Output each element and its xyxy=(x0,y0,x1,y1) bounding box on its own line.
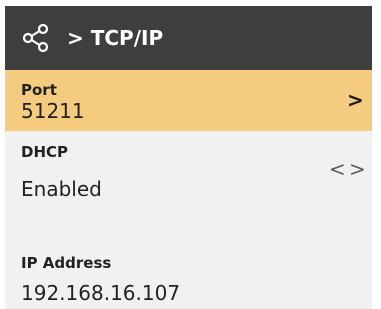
port-value: 51211 xyxy=(21,99,85,123)
chevron-left-icon[interactable]: < xyxy=(329,157,346,181)
share-icon xyxy=(22,23,49,53)
chevron-right-icon[interactable]: > xyxy=(347,88,364,112)
port-label: Port xyxy=(21,81,57,99)
setting-row-ip-address[interactable]: IP Address 192.168.16.107 xyxy=(5,211,372,309)
ip-address-value: 192.168.16.107 xyxy=(21,281,181,305)
setting-row-dhcp[interactable]: DHCP Enabled < > xyxy=(5,131,372,211)
dhcp-label: DHCP xyxy=(21,143,69,161)
dhcp-value: Enabled xyxy=(21,177,102,201)
chevron-right-icon[interactable]: > xyxy=(349,157,366,181)
breadcrumb-title: > TCP/IP xyxy=(67,26,164,50)
settings-panel: > TCP/IP Port 51211 > DHCP Enabled < > I… xyxy=(5,6,372,309)
header-bar: > TCP/IP xyxy=(5,6,372,70)
ip-address-label: IP Address xyxy=(21,254,112,272)
setting-row-port[interactable]: Port 51211 > xyxy=(5,70,372,131)
